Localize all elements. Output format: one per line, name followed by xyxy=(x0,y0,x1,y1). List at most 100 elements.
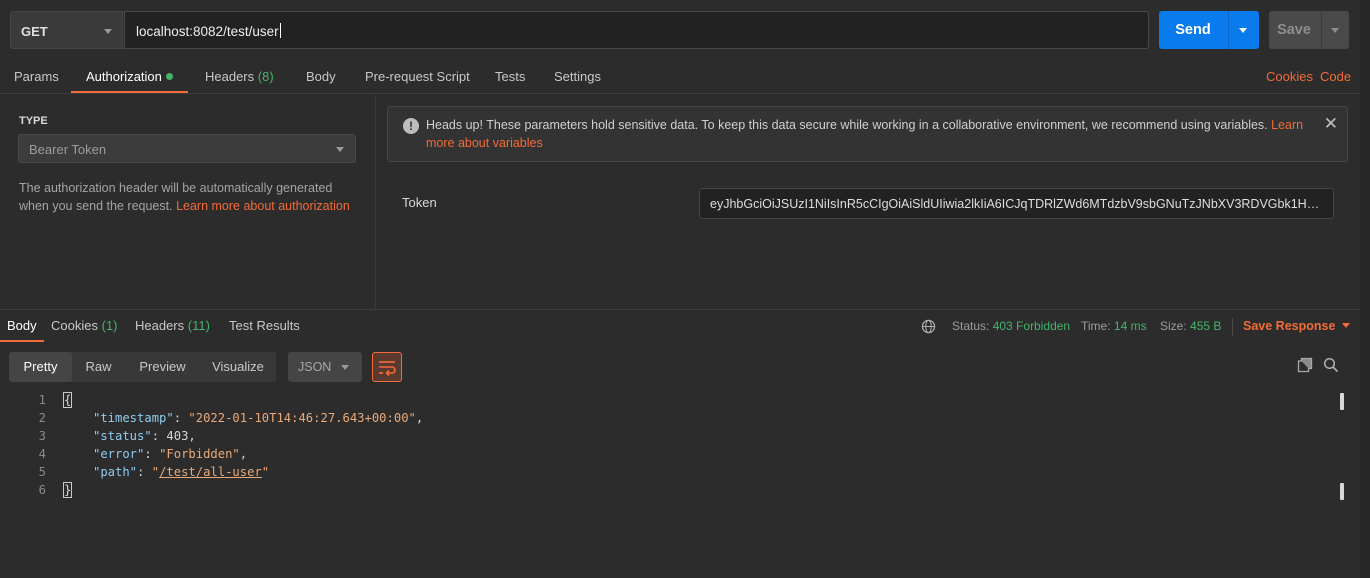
alert-text: Heads up! These parameters hold sensitiv… xyxy=(426,118,1272,132)
save-response-button[interactable]: Save Response xyxy=(1243,310,1351,342)
close-brace: } xyxy=(62,482,73,498)
json-key: "error" xyxy=(93,447,145,461)
response-body-editor[interactable]: 1 2 3 4 5 6 { "timestamp": "2022-01-10T1… xyxy=(0,391,1344,578)
save-label: Save xyxy=(1277,22,1311,38)
tab-headers[interactable]: Headers (8) xyxy=(205,60,274,93)
globe-icon[interactable] xyxy=(921,319,936,334)
response-tab-headers[interactable]: Headers (11) xyxy=(135,310,210,342)
code-line: "timestamp": "2022-01-10T14:46:27.643+00… xyxy=(93,411,423,425)
json-comma: , xyxy=(415,411,424,425)
tab-body[interactable]: Body xyxy=(306,60,336,93)
text-cursor xyxy=(279,23,281,38)
size-readout: Size: 455 B xyxy=(1160,310,1221,342)
status-label: Status: xyxy=(952,319,990,333)
json-quote: " xyxy=(151,465,160,479)
format-value: JSON xyxy=(298,360,332,374)
code-line: "status": 403, xyxy=(93,429,196,443)
auth-type-select[interactable]: Bearer Token xyxy=(18,134,356,163)
send-label: Send xyxy=(1175,22,1211,38)
send-options-chevron-down-icon[interactable] xyxy=(1239,28,1247,33)
auth-type-value: Bearer Token xyxy=(29,142,107,157)
send-divider xyxy=(1228,11,1229,49)
tab-label: Authorization xyxy=(86,69,162,84)
response-tab-cookies[interactable]: Cookies (1) xyxy=(51,310,117,342)
tab-label: Body xyxy=(7,318,37,333)
json-path-link[interactable]: /test/all-user xyxy=(159,465,262,479)
tab-label: Pre-request Script xyxy=(365,69,470,84)
json-colon: : xyxy=(137,465,152,479)
view-mode-pretty[interactable]: Pretty xyxy=(9,352,72,382)
response-header-bar: Body Cookies (1) Headers (11) Test Resul… xyxy=(0,309,1360,342)
chevron-down-icon xyxy=(104,29,112,34)
save-options-chevron-down-icon[interactable] xyxy=(1331,28,1339,33)
tab-authorization[interactable]: Authorization xyxy=(71,60,188,93)
time-readout: Time: 14 ms xyxy=(1081,310,1147,342)
search-icon[interactable] xyxy=(1323,357,1339,373)
scrollbar-marker[interactable] xyxy=(1340,393,1344,410)
tab-label: Test Results xyxy=(229,318,300,333)
view-mode-raw[interactable]: Raw xyxy=(72,352,125,382)
token-value: eyJhbGciOiJSUzI1NiIsInR5cCIgOiAiSldUIiwi… xyxy=(710,197,1322,211)
cookies-link[interactable]: Cookies xyxy=(1266,60,1313,93)
auth-config-pane: ! Heads up! These parameters hold sensit… xyxy=(377,95,1360,309)
tab-label: Params xyxy=(14,69,59,84)
code-line: "error": "Forbidden", xyxy=(93,447,247,461)
tab-label: Cookies xyxy=(51,318,98,333)
json-colon: : xyxy=(144,447,160,461)
json-quote: " xyxy=(261,465,270,479)
json-comma: , xyxy=(188,429,196,443)
line-number: 2 xyxy=(38,411,46,425)
time-label: Time: xyxy=(1081,319,1111,333)
info-icon: ! xyxy=(403,118,419,134)
alert-message: Heads up! These parameters hold sensitiv… xyxy=(426,116,1316,152)
url-input[interactable]: localhost:8082/test/user xyxy=(124,11,1149,49)
view-mode-visualize[interactable]: Visualize xyxy=(200,352,276,382)
chevron-down-icon xyxy=(1342,323,1351,328)
line-number: 6 xyxy=(38,483,46,497)
chevron-down-icon xyxy=(336,147,344,152)
tab-pre-request-script[interactable]: Pre-request Script xyxy=(365,60,470,93)
response-tab-body[interactable]: Body xyxy=(0,310,44,342)
tab-label: Settings xyxy=(554,69,601,84)
tab-settings[interactable]: Settings xyxy=(554,60,601,93)
tab-count: (1) xyxy=(101,318,118,333)
view-mode-preview[interactable]: Preview xyxy=(125,352,200,382)
divider xyxy=(1232,318,1233,336)
status-readout: Status: 403 Forbidden xyxy=(952,310,1070,342)
save-response-label: Save Response xyxy=(1243,319,1336,333)
line-number: 3 xyxy=(38,429,46,443)
json-string-value: "Forbidden" xyxy=(159,447,240,461)
method-select[interactable]: GET xyxy=(10,11,123,49)
json-number-value: 403 xyxy=(166,429,189,443)
format-select[interactable]: JSON xyxy=(288,352,362,382)
close-icon[interactable]: ✕ xyxy=(1324,115,1338,133)
url-text: localhost:8082/test/user xyxy=(136,24,279,39)
response-tab-test-results[interactable]: Test Results xyxy=(229,310,300,342)
code-link[interactable]: Code xyxy=(1320,60,1351,93)
line-number: 5 xyxy=(38,465,46,479)
status-value: 403 Forbidden xyxy=(992,319,1071,333)
learn-more-authorization-link[interactable]: Learn more about authorization xyxy=(176,199,350,213)
scrollbar-marker[interactable] xyxy=(1340,483,1344,500)
send-button[interactable]: Send xyxy=(1159,11,1259,49)
tab-label: Headers xyxy=(205,69,255,84)
code-line: "path": "/test/all-user" xyxy=(93,465,269,479)
sensitive-data-alert: ! Heads up! These parameters hold sensit… xyxy=(387,106,1348,162)
tab-label: Tests xyxy=(495,69,526,84)
tab-params[interactable]: Params xyxy=(14,60,59,93)
size-label: Size: xyxy=(1160,319,1187,333)
save-divider xyxy=(1321,11,1322,49)
json-comma: , xyxy=(239,447,248,461)
url-value: localhost:8082/test/user xyxy=(136,23,281,39)
copy-icon[interactable] xyxy=(1297,357,1313,373)
line-number: 1 xyxy=(38,393,46,407)
tab-tests[interactable]: Tests xyxy=(495,60,525,93)
tab-label: Headers xyxy=(135,318,185,333)
json-colon: : xyxy=(173,411,189,425)
wrap-lines-button[interactable] xyxy=(372,352,402,382)
open-brace: { xyxy=(62,392,73,408)
token-input[interactable]: eyJhbGciOiJSUzI1NiIsInR5cCIgOiAiSldUIiwi… xyxy=(699,188,1334,219)
chevron-down-icon xyxy=(341,365,349,370)
request-tabs: Params Authorization Headers (8) Body Pr… xyxy=(0,60,1360,94)
save-button[interactable]: Save xyxy=(1269,11,1349,49)
